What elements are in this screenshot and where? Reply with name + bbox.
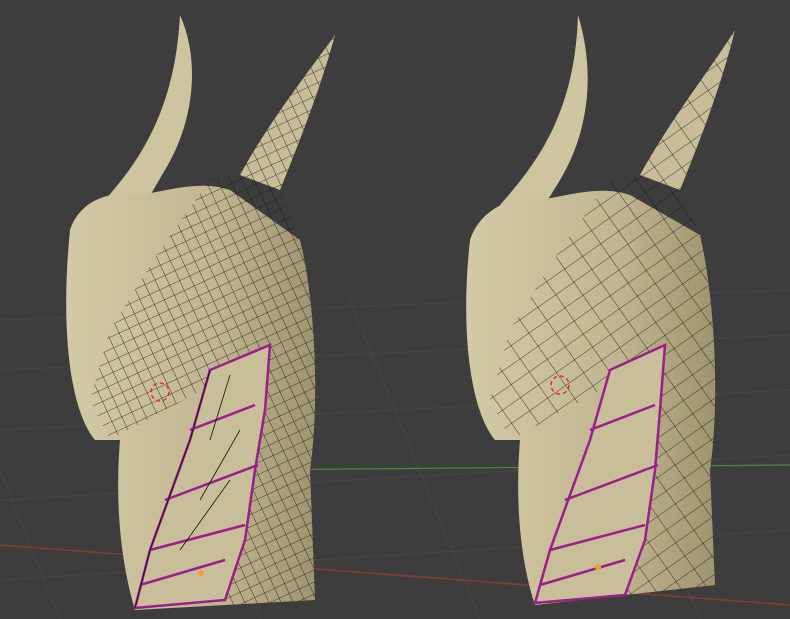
dragon-head-right[interactable] [466, 15, 735, 605]
viewport-canvas[interactable] [0, 0, 790, 619]
dragon-head-left[interactable] [66, 15, 335, 610]
origin-point-icon[interactable] [595, 564, 601, 570]
3d-viewport[interactable] [0, 0, 790, 619]
origin-point-icon[interactable] [198, 570, 204, 576]
